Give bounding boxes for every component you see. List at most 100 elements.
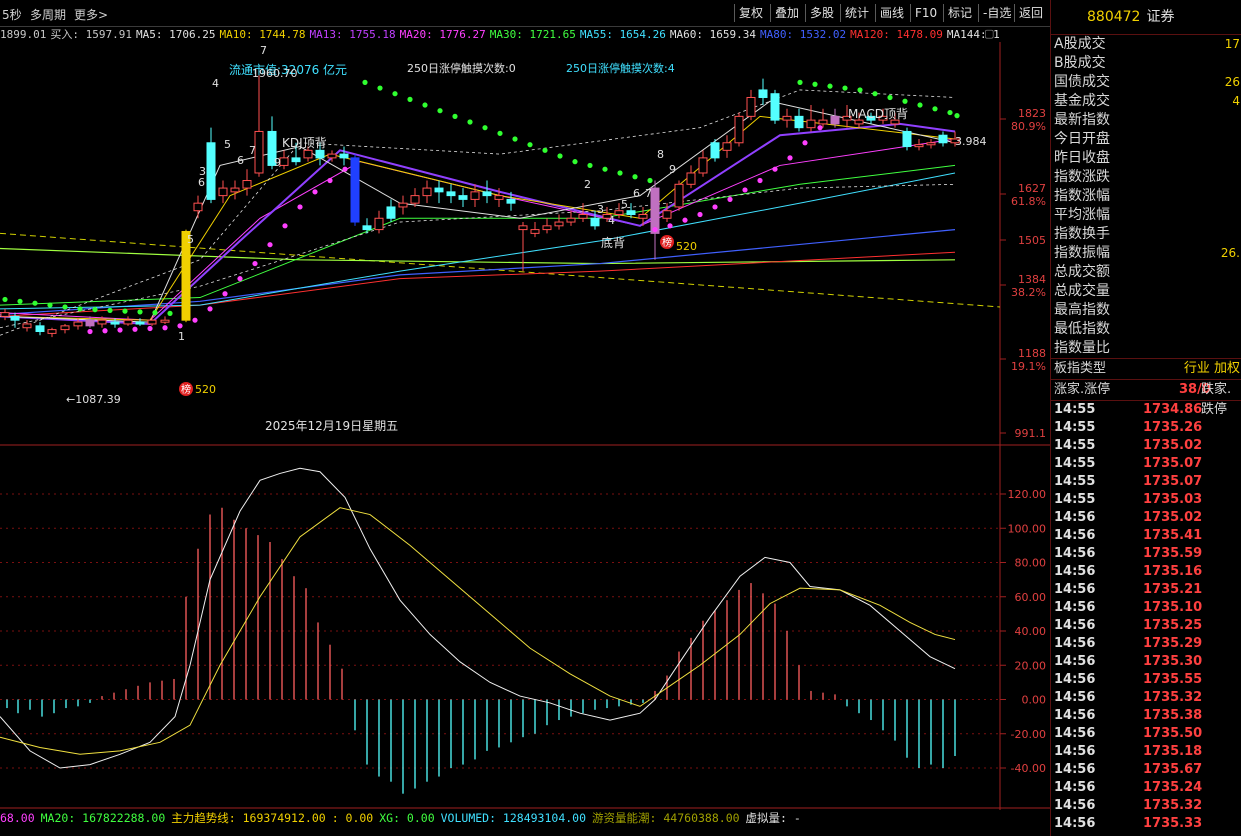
macd-bg <box>0 446 1000 808</box>
draw-line-button[interactable]: 画线 <box>875 4 908 22</box>
count-label: 7 <box>249 144 256 157</box>
candle-body <box>135 321 145 325</box>
candle-body <box>339 153 349 159</box>
count-label: 5 <box>187 233 194 246</box>
more-button[interactable]: 更多> <box>74 6 108 23</box>
stat-label: 昨日收盘 <box>1054 150 1110 166</box>
ma-legend-item: 1899.01 <box>0 28 47 41</box>
sar-dot-green <box>512 136 518 142</box>
candle-body <box>10 315 20 321</box>
sar-dot-green <box>407 96 413 102</box>
overlay-button[interactable]: 叠加 <box>770 4 803 22</box>
period-5s-button[interactable]: 5秒 <box>2 6 22 23</box>
index-stat-row: 最低指数 <box>1051 320 1241 339</box>
sar-dot-green <box>557 153 563 159</box>
updown-label: 涨家.涨停 <box>1054 382 1111 397</box>
macd-divergence-label: MACD顶背 <box>848 107 908 121</box>
macd-axis: 120.00 100.00 80.00 60.00 40.00 20.00 0.00 -20.… <box>1000 488 1046 775</box>
tag-520-label: 520 <box>676 240 697 253</box>
sar-dot-green <box>392 91 398 97</box>
tick-price: 1734.86 <box>1143 402 1203 417</box>
stat-value: 26. <box>1220 246 1240 260</box>
stat-label: 国债成交 <box>1054 74 1110 90</box>
candle-body <box>434 187 444 193</box>
tag-badge-char: 榜 <box>181 383 191 396</box>
back-button[interactable]: 返回 <box>1014 4 1047 22</box>
tick-row: 14:56 1735.02 <box>1051 509 1241 527</box>
indicator-value: 虚拟量: - <box>745 811 801 825</box>
candle-body <box>47 329 57 334</box>
sar-dot-green <box>2 296 8 303</box>
tick-price: 1735.02 <box>1143 510 1203 525</box>
ma-legend-item: MA80: 1532.02 <box>760 28 847 41</box>
index-stat-row: A股成交 17 <box>1051 35 1241 54</box>
sar-dot-magenta <box>712 204 718 210</box>
candle-body <box>315 149 325 159</box>
candle-body <box>794 115 804 129</box>
tick-price: 1735.07 <box>1143 474 1203 489</box>
index-stat-row: 基金成交 4 <box>1051 92 1241 111</box>
index-stat-row: 最高指数 <box>1051 301 1241 320</box>
multi-stock-button[interactable]: 多股 <box>805 4 838 22</box>
candle-body <box>926 142 936 146</box>
sar-dot-green <box>887 94 893 101</box>
multi-period-button[interactable]: 多周期 <box>30 6 66 23</box>
candle-body <box>734 115 744 144</box>
candle-body <box>470 191 480 200</box>
statistics-button[interactable]: 统计 <box>840 4 873 22</box>
tick-price: 1735.55 <box>1143 672 1203 687</box>
sar-dot-magenta <box>682 217 688 223</box>
candle-body <box>686 172 696 185</box>
tick-price: 1735.32 <box>1143 798 1203 813</box>
tick-time: 14:56 <box>1054 780 1096 795</box>
sar-dot-green <box>917 102 923 108</box>
count-label: 4 <box>212 77 219 90</box>
tick-time: 14:56 <box>1054 816 1096 831</box>
f10-button[interactable]: F10 <box>910 4 941 22</box>
ma-legend-item: MA10: 1744.78 <box>219 28 306 41</box>
sar-dot-magenta <box>802 140 808 146</box>
volume-indicator-bar: 68.00 MA20: 167822288.00 主力趋势线: 169374912.… <box>0 810 1050 836</box>
candle-body <box>85 319 95 327</box>
macd-chart[interactable]: 120.00 100.00 80.00 60.00 40.00 20.00 0.00 -20.… <box>0 446 1050 810</box>
tick-row: 14:56 1735.30 <box>1051 653 1241 671</box>
sar-dot-green <box>437 108 443 114</box>
sar-dot-magenta <box>787 155 793 161</box>
price-axis-pct: 80.9% <box>1011 120 1046 133</box>
candle-body <box>782 115 792 121</box>
candle-body <box>506 198 516 204</box>
ma-legend-item: MA5: 1706.25 <box>135 28 216 41</box>
candle-body <box>494 195 504 200</box>
stat-value: 4 <box>1232 94 1240 108</box>
tick-price: 1735.32 <box>1143 690 1203 705</box>
index-code: 880472 <box>1087 9 1141 25</box>
sar-dot-magenta <box>252 260 258 267</box>
sar-dot-green <box>92 307 98 313</box>
price-chart[interactable]: 流通市值:32076 亿元 250日涨停触摸次数:0 250日涨停触摸次数:4196… <box>0 42 1050 446</box>
candle-body <box>291 157 301 163</box>
ma-legend-item: MA60: 1659.34 <box>669 28 757 41</box>
board-type-value[interactable]: 行业 加权 <box>1184 359 1240 379</box>
indicator-value: VOLUMED: 128493104.00 <box>440 811 587 825</box>
candle-body <box>123 319 133 325</box>
remove-watchlist-button[interactable]: -自选 <box>978 4 1015 22</box>
sar-dot-green <box>32 300 38 306</box>
board-type-label: 板指类型 <box>1054 361 1107 376</box>
ma-legend-item: 买入: 1597.91 <box>50 28 132 41</box>
candle-body <box>147 319 157 325</box>
count-label: 8 <box>657 148 664 161</box>
tick-list[interactable]: 14:55 1734.86 14:55 1735.26 14:55 1735.02 14:5… <box>1051 401 1241 833</box>
index-name: 证券 <box>1146 9 1175 25</box>
legend-collapse-icon[interactable]: ▢ <box>984 27 994 40</box>
sar-dot-green <box>827 83 833 89</box>
touch-count-label: 250日涨停触摸次数:4 <box>566 61 675 75</box>
indicator-value: MA20: 167822288.00 <box>40 811 166 825</box>
sar-dot-green <box>17 298 23 304</box>
restore-rights-button[interactable]: 复权 <box>734 4 767 22</box>
indicator-value: XG: 0.00 <box>379 811 435 825</box>
candle-body <box>542 225 552 231</box>
tick-price: 1735.21 <box>1143 582 1203 597</box>
stat-value: 17 <box>1224 37 1240 51</box>
candle-body <box>830 115 840 125</box>
mark-button[interactable]: 标记 <box>943 4 976 22</box>
